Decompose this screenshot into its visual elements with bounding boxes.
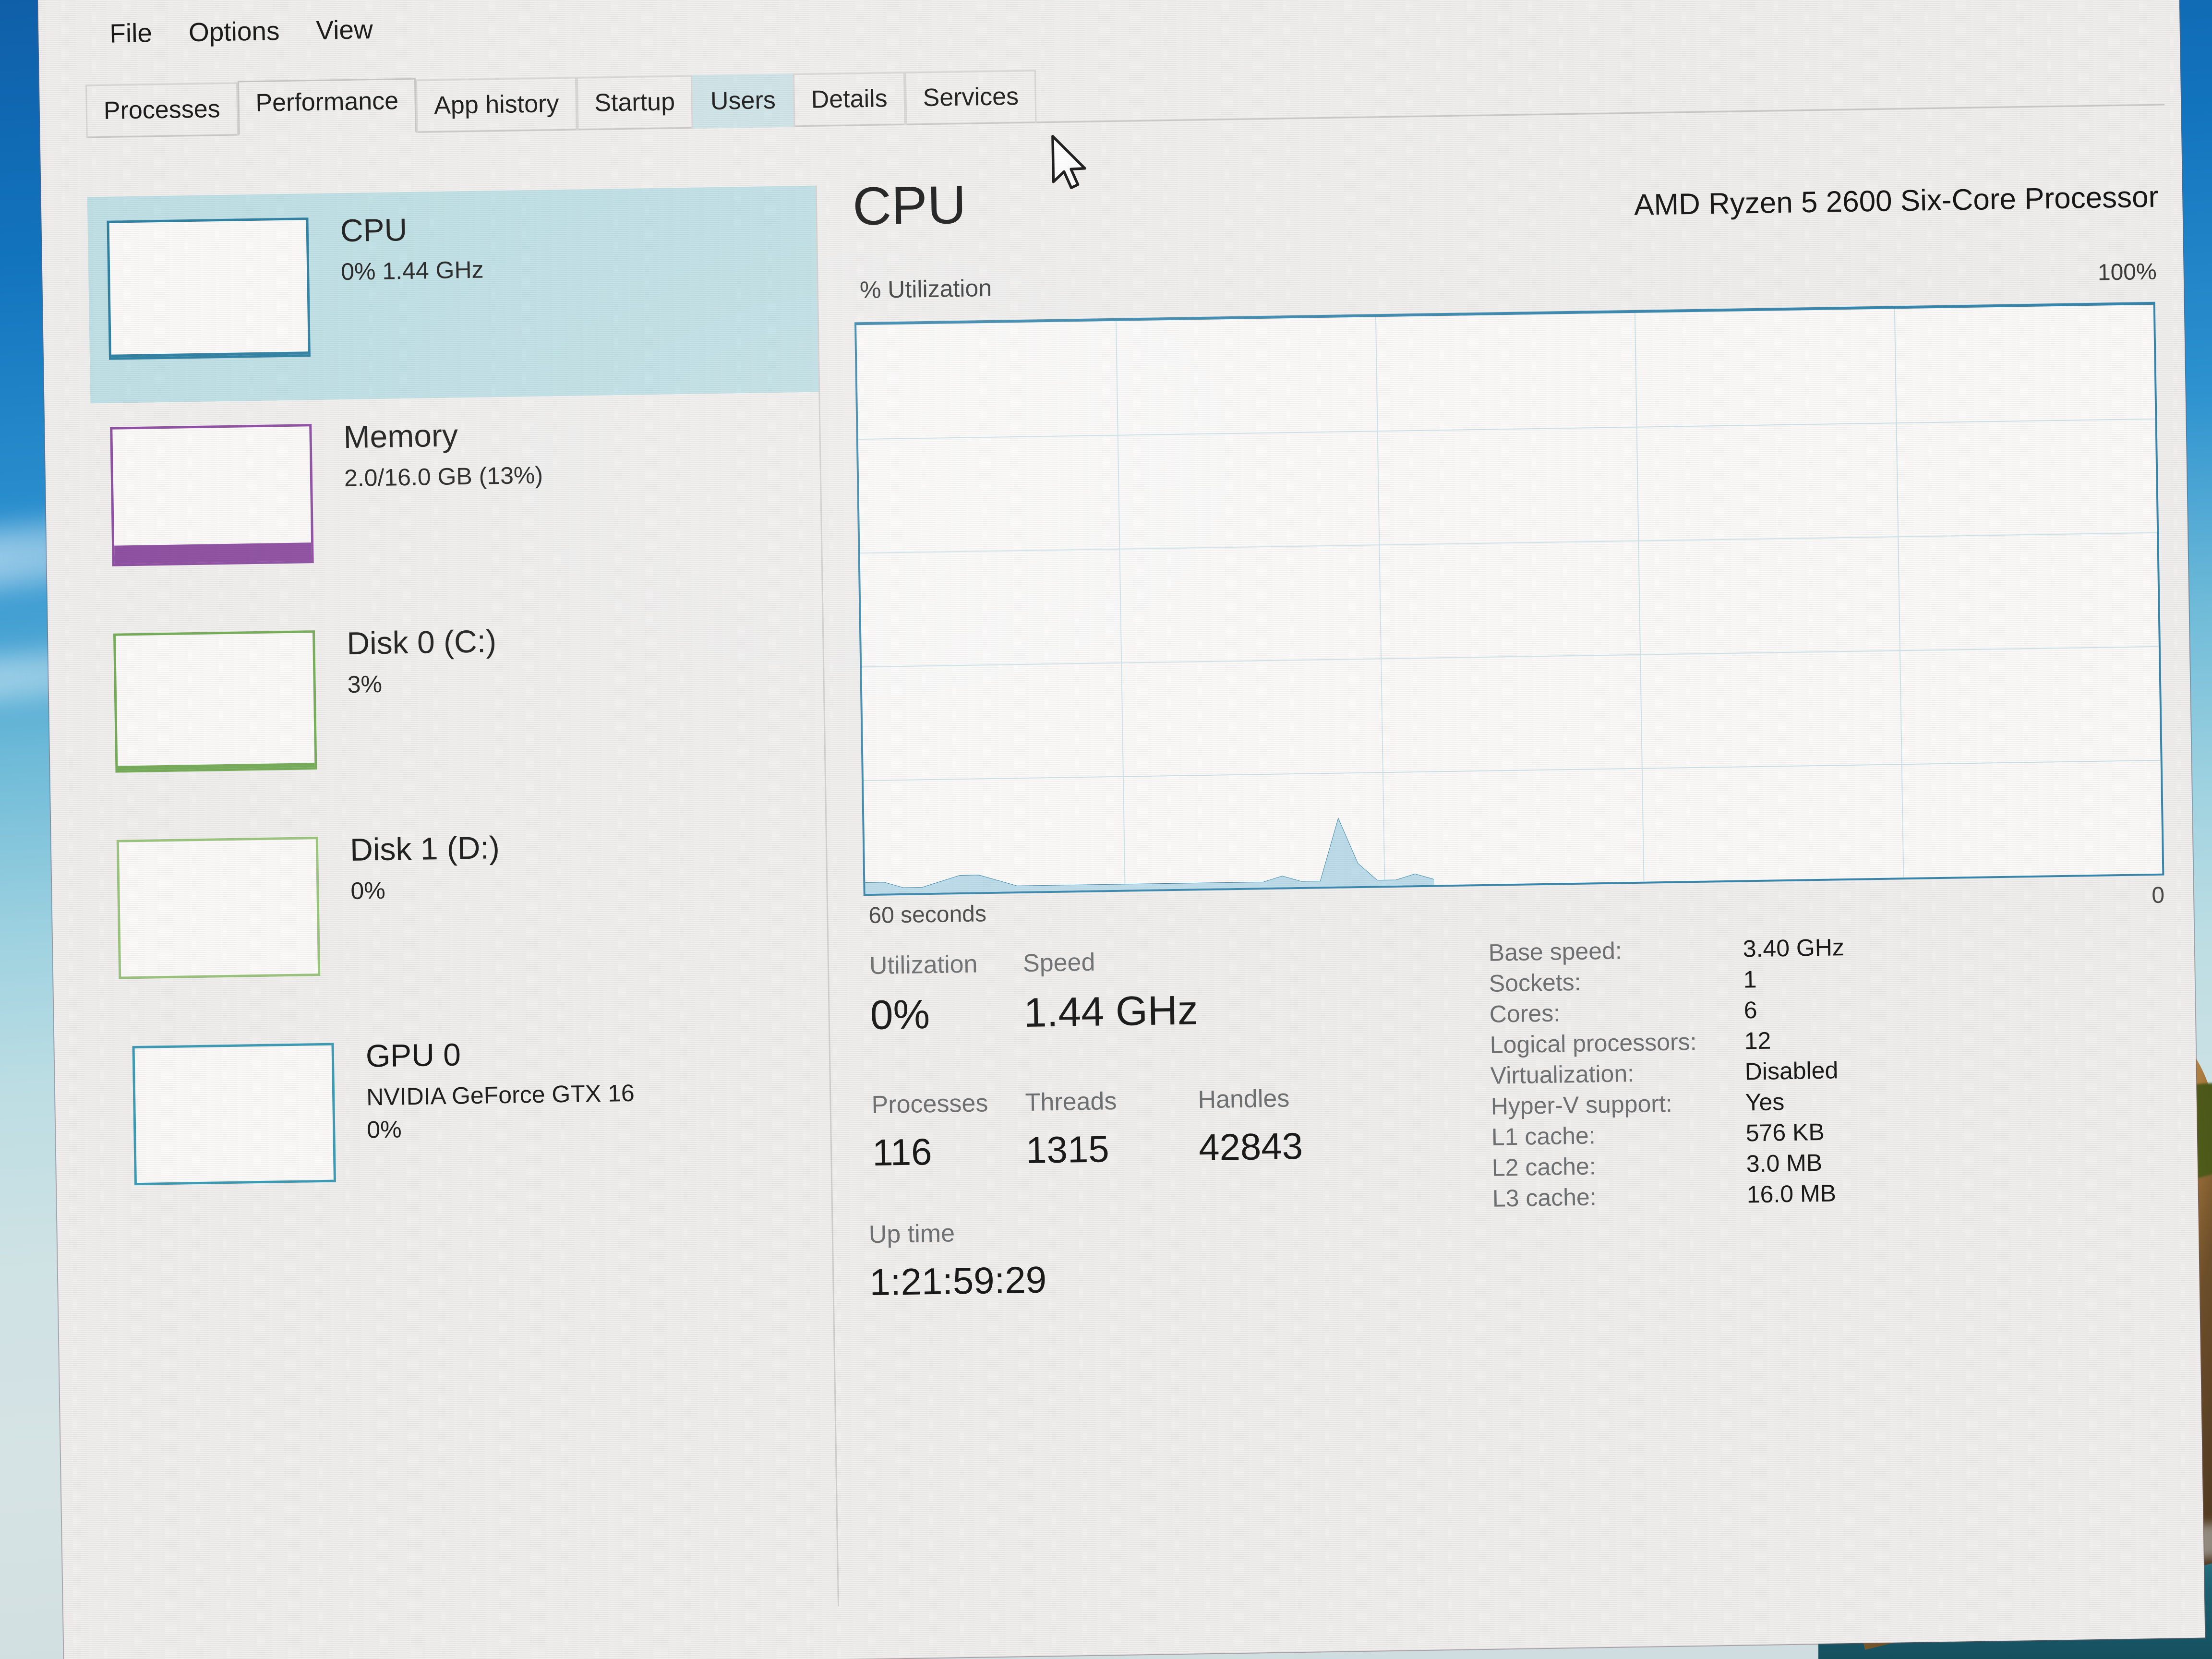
sidebar-sub-gpu0-usage: 0% (366, 1116, 402, 1143)
stat-uptime: Up time 1:21:59:29 (868, 1217, 1046, 1304)
spec-value-l3-cache: 16.0 MB (1746, 1179, 1837, 1208)
menu-item-options[interactable]: Options (170, 15, 298, 48)
cpu-header: CPU AMD Ryzen 5 2600 Six-Core Processor (852, 155, 2159, 276)
cpu-spec-table: Base speed: 3.40 GHz Sockets: 1 Cores: 6… (1488, 928, 2174, 1215)
task-manager-window: Task Manager File Options View Processes… (37, 0, 2205, 1659)
title-bar: Task Manager File Options View (37, 0, 2180, 50)
spec-value-hyperv-support: Yes (1745, 1088, 1785, 1116)
sidebar-sub-memory: 2.0/16.0 GB (13%) (344, 461, 543, 492)
memory-mini-graph (110, 424, 314, 566)
disk1-mini-graph (116, 837, 321, 979)
sidebar-label-disk0: Disk 0 (C:) (346, 623, 497, 661)
stat-threads: Threads 1315 (1025, 1087, 1118, 1172)
cpu-model-label: AMD Ryzen 5 2600 Six-Core Processor (1634, 180, 2159, 222)
stat-processes-value: 116 (872, 1130, 933, 1174)
menu-item-file[interactable]: File (91, 17, 171, 49)
stat-speed: Speed 1.44 GHz (1023, 946, 1199, 1037)
sidebar-label-cpu: CPU (340, 211, 408, 249)
gpu0-mini-fill (136, 1179, 334, 1183)
stat-processes: Processes 116 (871, 1089, 989, 1175)
stat-utilization-value: 0% (869, 991, 930, 1039)
stat-speed-value: 1.44 GHz (1023, 987, 1199, 1036)
resource-sidebar: CPU 0% 1.44 GHz Memory 2.0/16.0 GB (13%)… (87, 185, 839, 1618)
spec-key-base-speed: Base speed: (1488, 937, 1623, 966)
spec-value-sockets: 1 (1743, 966, 1757, 993)
tab-startup[interactable]: Startup (576, 75, 693, 131)
cpu-utilization-chart (854, 301, 2164, 896)
tab-services[interactable]: Services (904, 70, 1037, 125)
stat-utilization-label: Utilization (869, 950, 978, 980)
stat-uptime-value: 1:21:59:29 (869, 1258, 1047, 1304)
spec-value-virtualization: Disabled (1744, 1057, 1839, 1085)
y-axis-label: % Utilization (859, 274, 992, 304)
spec-key-logical-processors: Logical processors: (1490, 1028, 1697, 1058)
cpu-stats: Utilization 0% Speed 1.44 GHz Processes … (865, 931, 2176, 1316)
stat-handles-value: 42843 (1198, 1124, 1303, 1169)
sidebar-sub-gpu0-model: NVIDIA GeForce GTX 16 (366, 1080, 635, 1111)
stat-threads-label: Threads (1025, 1087, 1117, 1117)
tab-users[interactable]: Users (692, 73, 794, 129)
sidebar-sub-disk1: 0% (350, 877, 386, 905)
stat-threads-value: 1315 (1025, 1128, 1110, 1171)
disk0-mini-graph (113, 630, 317, 773)
disk0-mini-fill (118, 763, 315, 770)
sidebar-item-memory[interactable]: Memory 2.0/16.0 GB (13%) (90, 392, 822, 610)
y-axis-max-label: 100% (2097, 259, 2157, 286)
spec-key-l2-cache: L2 cache: (1491, 1153, 1597, 1181)
menu-bar: File Options View (38, 13, 391, 50)
spec-value-l2-cache: 3.0 MB (1746, 1149, 1823, 1178)
spec-value-l1-cache: 576 KB (1745, 1118, 1825, 1147)
sidebar-item-gpu0[interactable]: GPU 0 NVIDIA GeForce GTX 16 0% (100, 1011, 832, 1229)
performance-detail-panel: CPU AMD Ryzen 5 2600 Six-Core Processor … (852, 155, 2176, 1316)
gpu0-mini-graph (132, 1043, 336, 1186)
spec-key-l3-cache: L3 cache: (1492, 1183, 1597, 1212)
sidebar-item-disk0[interactable]: Disk 0 (C:) 3% (94, 598, 825, 816)
spec-key-l1-cache: L1 cache: (1491, 1122, 1596, 1151)
sidebar-label-gpu0: GPU 0 (365, 1036, 461, 1074)
stat-utilization: Utilization 0% (869, 950, 979, 1039)
spec-value-base-speed: 3.40 GHz (1743, 934, 1845, 962)
tab-processes[interactable]: Processes (85, 82, 239, 138)
spec-value-logical-processors: 12 (1744, 1027, 1771, 1055)
stat-uptime-label: Up time (868, 1219, 955, 1249)
sidebar-item-disk1[interactable]: Disk 1 (D:) 0% (97, 805, 829, 1022)
stat-speed-label: Speed (1022, 948, 1095, 978)
stat-handles-label: Handles (1198, 1084, 1290, 1114)
disk1-mini-fill (121, 974, 318, 977)
memory-mini-fill (114, 542, 312, 564)
cpu-mini-fill (111, 351, 308, 358)
cpu-mini-graph (107, 217, 311, 360)
sidebar-item-cpu[interactable]: CPU 0% 1.44 GHz (87, 185, 819, 404)
tab-strip: Processes Performance App history Startu… (85, 49, 2165, 138)
spec-key-hyperv-support: Hyper-V support: (1491, 1090, 1673, 1120)
tab-app-history[interactable]: App history (416, 77, 577, 133)
sidebar-label-disk1: Disk 1 (D:) (349, 830, 500, 867)
spec-value-cores: 6 (1743, 997, 1757, 1024)
stat-handles: Handles 42843 (1198, 1084, 1303, 1169)
menu-item-view[interactable]: View (298, 13, 391, 46)
tab-performance[interactable]: Performance (237, 78, 417, 136)
spec-key-virtualization: Virtualization: (1490, 1060, 1635, 1089)
sidebar-sub-cpu: 0% 1.44 GHz (340, 256, 484, 286)
sidebar-label-memory: Memory (343, 417, 458, 455)
x-axis-left-label: 60 seconds (868, 901, 987, 929)
cpu-utilization-series (856, 316, 1434, 894)
stat-processes-label: Processes (871, 1089, 988, 1119)
x-axis-right-label: 0 (2151, 882, 2165, 909)
page-title: CPU (852, 174, 967, 237)
sidebar-sub-disk0: 3% (347, 671, 383, 698)
spec-key-cores: Cores: (1489, 999, 1561, 1028)
spec-key-sockets: Sockets: (1489, 968, 1581, 997)
tab-details[interactable]: Details (793, 72, 906, 127)
